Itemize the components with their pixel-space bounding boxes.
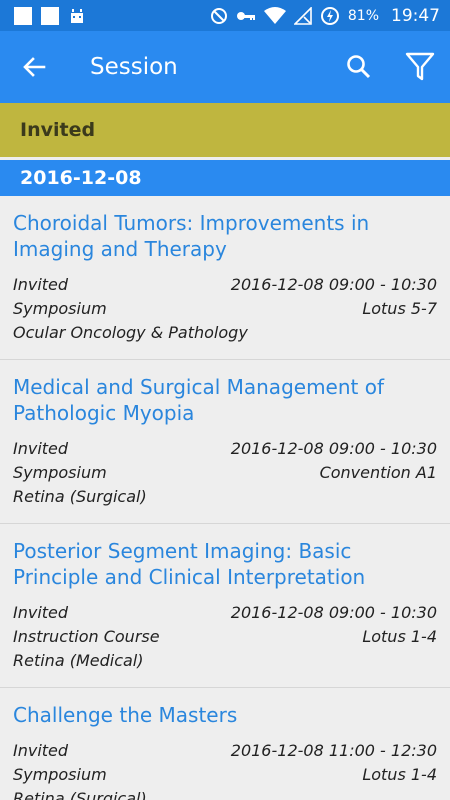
session-type: Invited xyxy=(13,439,69,458)
session-format: Symposium xyxy=(13,765,107,784)
session-room: Lotus 1-4 xyxy=(362,765,437,784)
wifi-icon xyxy=(263,6,286,25)
session-track: Retina (Medical) xyxy=(13,651,144,670)
session-track: Ocular Oncology & Pathology xyxy=(13,323,248,342)
do-not-disturb-icon xyxy=(210,7,228,25)
app-bar: Session xyxy=(0,31,450,103)
session-list-item[interactable]: Challenge the Masters Invited 2016-12-08 … xyxy=(0,688,450,800)
session-title: Choroidal Tumors: Improvements in Imagin… xyxy=(13,211,370,261)
session-room: Lotus 5-7 xyxy=(362,299,437,318)
filter-icon[interactable] xyxy=(404,51,436,83)
session-format: Symposium xyxy=(13,463,107,482)
session-room: Lotus 1-4 xyxy=(362,627,437,646)
battery-percent: 81% xyxy=(347,7,379,24)
session-list-item[interactable]: Choroidal Tumors: Improvements in Imagin… xyxy=(0,196,450,360)
session-format: Instruction Course xyxy=(13,627,160,646)
session-list: Choroidal Tumors: Improvements in Imagin… xyxy=(0,196,450,800)
session-room: Convention A1 xyxy=(319,463,437,482)
page-title: Session xyxy=(90,54,178,80)
session-track: Retina (Surgical) xyxy=(13,789,147,800)
notification-square-icon xyxy=(41,6,59,25)
android-debug-icon xyxy=(68,7,86,25)
session-datetime: 2016-12-08 09:00 - 10:30 xyxy=(230,275,437,294)
session-format: Symposium xyxy=(13,299,107,318)
notification-square-icon xyxy=(14,6,32,25)
session-type: Invited xyxy=(13,741,69,760)
date-section-header: 2016-12-08 xyxy=(0,160,450,196)
session-list-item[interactable]: Posterior Segment Imaging: Basic Princip… xyxy=(0,524,450,688)
battery-saver-icon xyxy=(320,6,340,26)
key-icon xyxy=(236,7,256,25)
session-list-item[interactable]: Medical and Surgical Management of Patho… xyxy=(0,360,450,524)
status-bar: 81% 19:47 xyxy=(0,0,450,31)
session-title: Challenge the Masters xyxy=(13,703,238,727)
session-datetime: 2016-12-08 09:00 - 10:30 xyxy=(230,439,437,458)
session-title: Medical and Surgical Management of Patho… xyxy=(13,375,385,425)
session-type: Invited xyxy=(13,603,69,622)
session-track: Retina (Surgical) xyxy=(13,487,147,506)
filter-banner: Invited xyxy=(0,103,450,157)
signal-icon xyxy=(293,6,312,25)
session-title: Posterior Segment Imaging: Basic Princip… xyxy=(13,539,366,589)
back-arrow-icon[interactable] xyxy=(20,53,48,81)
session-type: Invited xyxy=(13,275,69,294)
session-datetime: 2016-12-08 11:00 - 12:30 xyxy=(230,741,437,760)
search-icon[interactable] xyxy=(345,53,373,81)
clock: 19:47 xyxy=(391,5,440,26)
session-datetime: 2016-12-08 09:00 - 10:30 xyxy=(230,603,437,622)
